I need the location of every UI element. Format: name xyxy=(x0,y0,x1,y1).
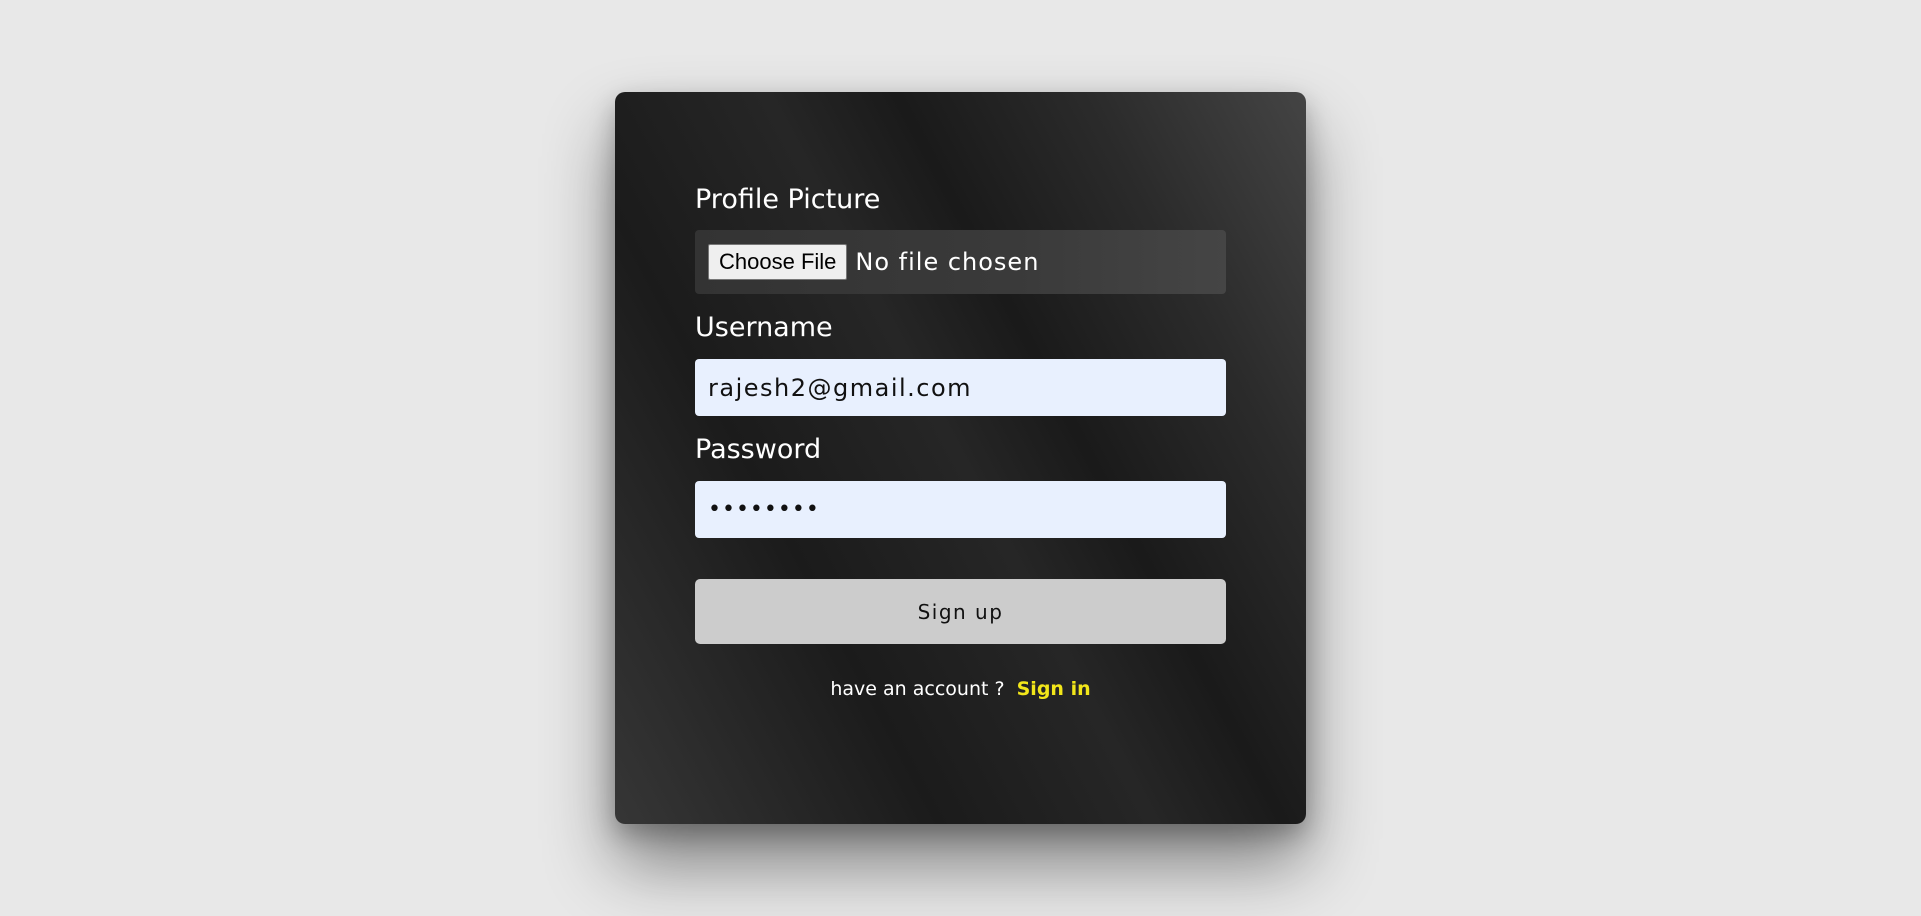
signup-card: Profile Picture Choose File No file chos… xyxy=(615,92,1306,824)
username-label: Username xyxy=(695,312,833,343)
file-status-text: No file chosen xyxy=(855,248,1040,276)
signup-form: Profile Picture Choose File No file chos… xyxy=(695,184,1226,700)
profile-picture-file-input[interactable]: Choose File No file chosen xyxy=(695,230,1226,294)
signin-prompt-text: have an account ? xyxy=(830,678,1005,700)
username-input[interactable] xyxy=(695,359,1226,416)
choose-file-button[interactable]: Choose File xyxy=(708,244,848,280)
sign-up-button[interactable]: Sign up xyxy=(695,579,1226,644)
signin-prompt: have an account ? Sign in xyxy=(695,678,1226,700)
password-input[interactable] xyxy=(695,481,1226,538)
profile-picture-label: Profile Picture xyxy=(695,184,881,215)
sign-in-link[interactable]: Sign in xyxy=(1017,678,1091,700)
password-label: Password xyxy=(695,434,822,465)
page: Profile Picture Choose File No file chos… xyxy=(0,0,1921,916)
